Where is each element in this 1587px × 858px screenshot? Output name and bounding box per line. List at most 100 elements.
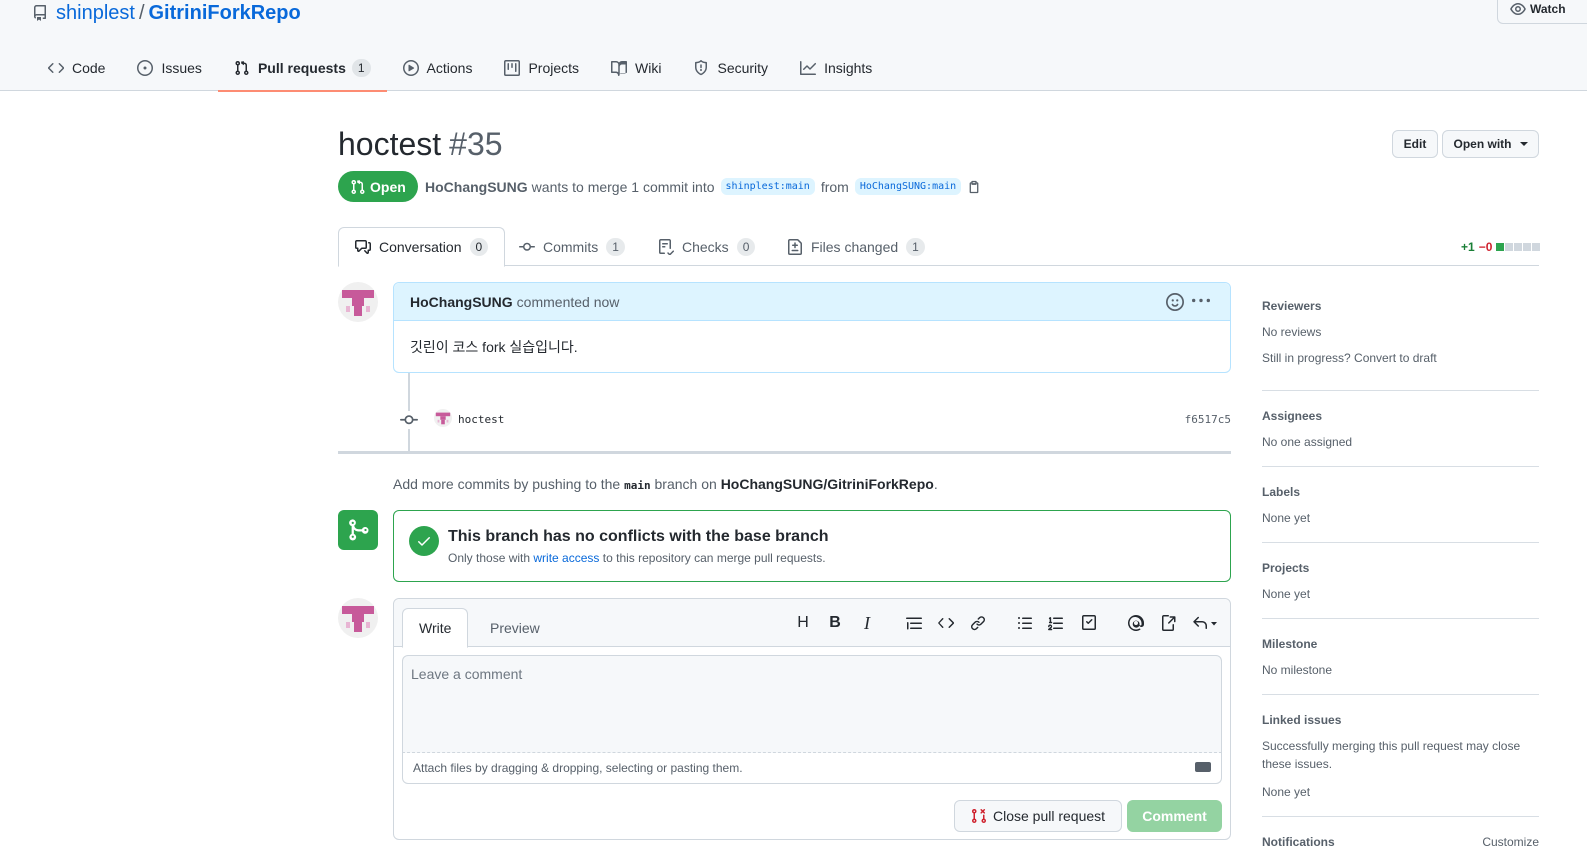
pr-title: hoctest #35 (338, 126, 503, 163)
commit-icon (400, 411, 418, 429)
open-with-label: Open with (1453, 137, 1512, 151)
tab-security[interactable]: Security (677, 44, 784, 91)
tab-label: Files changed (811, 238, 899, 255)
merge-subtitle: Only those with write access to this rep… (448, 551, 826, 565)
code-icon[interactable] (937, 614, 955, 632)
sidebar-milestone: Milestone No milestone (1262, 637, 1539, 695)
repo-name-link[interactable]: GitriniForkRepo (149, 2, 301, 25)
tab-label: Insights (824, 59, 873, 76)
commit-sha-link[interactable]: f6517c5 (1185, 413, 1231, 426)
state-badge: Open (338, 171, 418, 202)
tab-insights[interactable]: Insights (784, 44, 888, 91)
tab-wiki[interactable]: Wiki (595, 44, 677, 91)
unordered-list-icon[interactable] (1016, 614, 1034, 632)
open-with-button[interactable]: Open with (1442, 130, 1539, 158)
mention-icon[interactable] (1127, 614, 1145, 632)
editor-toolbar: Write Preview H B I (394, 599, 1230, 648)
reply-icon[interactable] (1191, 614, 1219, 632)
tab-counter: 1 (906, 237, 925, 256)
tab-label: Projects (528, 59, 580, 76)
merge-sub-prefix: Only those with (448, 551, 531, 565)
pr-author-link[interactable]: HoChangSUNG (425, 179, 528, 195)
tab-pull-requests[interactable]: Pull requests 1 (217, 44, 387, 92)
customize-link[interactable]: Customize (1482, 833, 1539, 851)
eye-icon (1510, 1, 1530, 17)
sidebar-heading[interactable]: Reviewers (1262, 299, 1539, 313)
sidebar-desc: Successfully merging this pull request m… (1262, 739, 1521, 771)
quote-icon[interactable] (905, 614, 923, 632)
attach-files-bar[interactable]: Attach files by dragging & dropping, sel… (402, 753, 1222, 784)
repo-icon (32, 5, 48, 21)
comment-submit-button[interactable]: Comment (1127, 800, 1222, 832)
pr-number: #35 (449, 126, 503, 162)
kebab-horizontal-icon[interactable] (1192, 292, 1212, 312)
repo-header: shinplest / GitriniForkRepo Watch Code I… (0, 0, 1587, 92)
comment-header: HoChangSUNG commented now (394, 283, 1230, 321)
sidebar-value: None yet (1262, 587, 1311, 601)
push-hint-suffix: . (933, 476, 938, 492)
cross-reference-icon[interactable] (1159, 614, 1177, 632)
tab-projects[interactable]: Projects (488, 44, 595, 91)
tab-label: Code (72, 59, 106, 76)
check-icon (409, 526, 439, 556)
repo-owner-link[interactable]: shinplest (56, 2, 135, 25)
tab-conversation[interactable]: Conversation 0 (338, 227, 506, 267)
new-comment-form: Write Preview H B I Leave a comment Atta… (393, 598, 1231, 840)
heading-icon[interactable]: H (794, 614, 812, 632)
avatar[interactable] (434, 409, 452, 427)
play-icon (402, 59, 427, 76)
sidebar-value: No one assigned (1262, 435, 1353, 449)
smiley-icon[interactable] (1166, 293, 1186, 313)
commit-message-link[interactable]: hoctest (458, 413, 504, 426)
diffstat: +1 −0 (1461, 240, 1541, 254)
push-hint: Add more commits by pushing to the main … (393, 476, 938, 492)
repo-separator: / (138, 1, 145, 24)
shield-icon (693, 59, 717, 76)
markdown-icon[interactable] (1195, 762, 1211, 772)
tab-label: Conversation (379, 239, 462, 255)
bold-icon[interactable]: B (826, 614, 844, 632)
sidebar-heading[interactable]: Labels (1262, 485, 1539, 499)
link-icon[interactable] (969, 614, 987, 632)
sidebar-assignees: Assignees No one assigned (1262, 409, 1539, 467)
base-branch-link[interactable]: shinplest:main (720, 178, 815, 195)
project-icon (504, 59, 528, 76)
tab-commits[interactable]: Commits 1 (503, 227, 641, 266)
comment-author-link[interactable]: HoChangSUNG (410, 294, 513, 310)
issue-icon (137, 59, 161, 76)
tab-code[interactable]: Code (32, 44, 121, 91)
italic-icon[interactable]: I (858, 613, 876, 633)
attach-text: Attach files by dragging & dropping, sel… (413, 761, 743, 775)
head-branch-link[interactable]: HoChangSUNG:main (854, 178, 962, 195)
comment-textarea[interactable]: Leave a comment (402, 655, 1222, 753)
avatar[interactable] (338, 598, 378, 638)
tasklist-icon[interactable] (1080, 614, 1098, 632)
push-hint-repo: HoChangSUNG/GitriniForkRepo (720, 476, 934, 492)
sidebar-labels: Labels None yet (1262, 485, 1539, 543)
watch-button[interactable]: Watch (1497, 0, 1587, 24)
comment-body: 깃린이 코스 fork 실습입니다. (410, 339, 578, 355)
tab-counter: 1 (351, 58, 371, 77)
edit-button[interactable]: Edit (1392, 130, 1438, 158)
convert-to-draft-link[interactable]: Still in progress? Convert to draft (1262, 349, 1539, 367)
avatar[interactable] (338, 282, 378, 322)
comment-time[interactable]: commented now (517, 294, 620, 310)
sidebar-heading[interactable]: Assignees (1262, 409, 1539, 423)
commit-row: hoctest f6517c5 (400, 408, 1231, 432)
tab-files-changed[interactable]: Files changed 1 (771, 227, 941, 266)
write-access-link[interactable]: write access (533, 551, 599, 565)
tab-write[interactable]: Write (402, 608, 469, 648)
tab-preview[interactable]: Preview (473, 608, 557, 648)
sidebar-heading[interactable]: Milestone (1262, 637, 1539, 651)
tab-actions[interactable]: Actions (387, 44, 489, 91)
sidebar-value: No milestone (1262, 663, 1333, 677)
copy-icon[interactable] (967, 180, 981, 194)
tab-checks[interactable]: Checks 0 (642, 227, 771, 266)
close-pull-request-label: Close pull request (992, 808, 1106, 824)
ordered-list-icon[interactable] (1047, 614, 1065, 632)
from-text: from (820, 178, 849, 195)
tab-issues[interactable]: Issues (121, 44, 217, 91)
book-icon (611, 60, 635, 76)
close-pull-request-button[interactable]: Close pull request (954, 800, 1122, 832)
sidebar-heading[interactable]: Projects (1262, 561, 1539, 575)
